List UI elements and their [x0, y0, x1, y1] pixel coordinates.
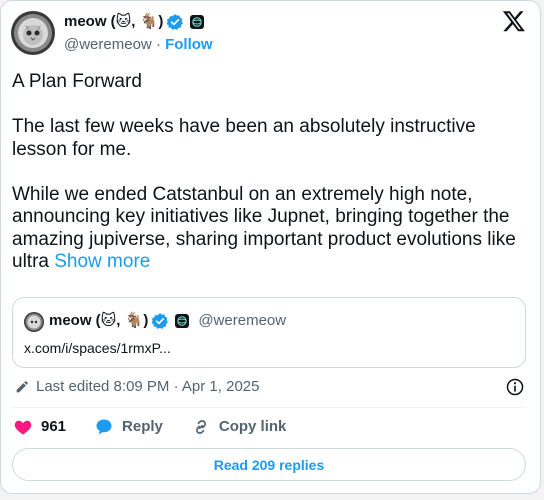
post-paragraph: While we ended Catstanbul on an extremel… — [12, 184, 522, 274]
link-icon — [195, 420, 206, 434]
info-icon[interactable] — [505, 377, 525, 397]
reply-label: Reply — [122, 418, 163, 435]
action-bar: 961 Reply Copy link — [13, 417, 314, 437]
follow-button[interactable]: Follow — [165, 36, 213, 53]
like-count: 961 — [41, 418, 67, 435]
x-logo-icon[interactable] — [502, 9, 526, 33]
reply-button[interactable]: Reply — [94, 417, 163, 437]
quote-author-row: meow (🐱, 🐐) @weremeow — [49, 311, 286, 331]
quoted-post[interactable]: meow (🐱, 🐐) @weremeow x.com/i/spaces/1rm… — [12, 297, 526, 368]
pencil-icon — [16, 381, 28, 393]
like-button[interactable]: 961 — [13, 417, 66, 437]
copy-link-label: Copy link — [218, 418, 287, 435]
author-handle-row: @weremeow · Follow — [64, 36, 213, 54]
reply-bubble-icon — [96, 419, 112, 435]
post-body: A Plan Forward The last few weeks have b… — [12, 71, 522, 274]
show-more-link[interactable]: Show more — [54, 251, 150, 272]
quote-author-name: meow (🐱, 🐐) — [49, 312, 149, 329]
quote-avatar — [24, 312, 44, 332]
post-paragraph: A Plan Forward — [12, 71, 142, 92]
verified-badge-icon — [166, 12, 184, 32]
author-avatar[interactable] — [11, 11, 55, 55]
edit-info: Last edited 8:09 PM · Apr 1, 2025 — [14, 377, 259, 397]
divider — [12, 407, 526, 408]
heart-icon — [14, 420, 32, 435]
separator-dot: · — [155, 36, 161, 53]
quote-author-handle: @weremeow — [198, 312, 287, 329]
edited-timestamp[interactable]: Last edited 8:09 PM · Apr 1, 2025 — [36, 377, 259, 397]
quote-link[interactable]: x.com/i/spaces/1rmxP... — [24, 339, 171, 357]
author-name[interactable]: meow (🐱, 🐐) — [64, 12, 163, 32]
read-replies-button[interactable]: Read 209 replies — [12, 448, 526, 481]
author-name-row[interactable]: meow (🐱, 🐐) — [64, 12, 205, 32]
copy-link-button[interactable]: Copy link — [191, 417, 287, 437]
verified-badge-icon — [151, 311, 169, 331]
author-handle[interactable]: @weremeow — [64, 36, 152, 53]
post-card: meow (🐱, 🐐) @weremeow · Follow A Plan Fo… — [0, 0, 541, 494]
jupiter-org-badge-icon — [190, 15, 205, 29]
post-paragraph: The last few weeks have been an absolute… — [12, 116, 476, 160]
jupiter-org-badge-icon — [175, 314, 190, 328]
